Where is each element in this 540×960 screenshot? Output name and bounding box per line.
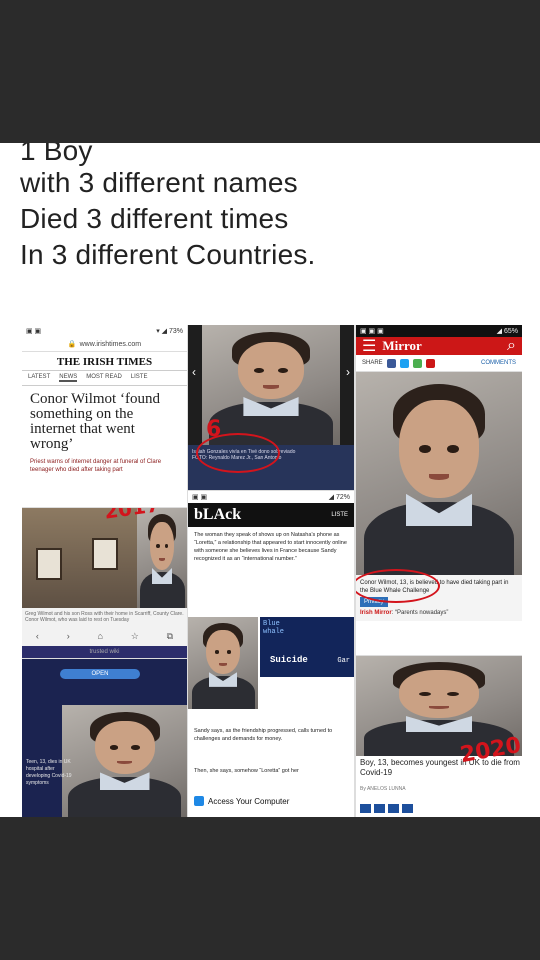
twitter-icon[interactable] bbox=[374, 804, 385, 813]
wiki-text: Teen, 13, dies in UK hospital after deve… bbox=[26, 759, 72, 786]
irish-times-masthead: THE IRISH TIMES bbox=[22, 352, 187, 371]
suicide-text: Suicide bbox=[270, 655, 308, 665]
chevron-right-icon[interactable]: › bbox=[346, 365, 350, 379]
menu-icon[interactable]: ☰ bbox=[362, 336, 376, 356]
whatsapp-icon[interactable] bbox=[412, 358, 422, 368]
email-icon[interactable] bbox=[425, 358, 435, 368]
boy-photo bbox=[62, 705, 187, 817]
meme-sheet: 1 Boy with 3 different names Died 3 diff… bbox=[0, 143, 540, 817]
tabs-icon[interactable]: ⧉ bbox=[167, 631, 173, 642]
share-label: SHARE bbox=[362, 360, 383, 366]
article-paragraph-1: The woman they speak of shows up on Nata… bbox=[194, 532, 347, 562]
mirror-header: ☰ Mirror ⌕ bbox=[356, 337, 522, 355]
facebook-icon[interactable] bbox=[360, 804, 371, 813]
trusted-wiki-panel: OPEN Teen, 13, dies in UK hospital after… bbox=[22, 659, 187, 817]
screenshot-collage: ▣ ▣ ▾ ◢ 73% 🔒 www.irishtimes.com THE IRIS… bbox=[22, 325, 522, 817]
mirror-panel: ▣ ▣ ▣ ◢ 65% ☰ Mirror ⌕ SHARE COMMENTS Con… bbox=[356, 325, 522, 655]
social-icons bbox=[360, 804, 413, 813]
star-icon[interactable]: ☆ bbox=[131, 631, 139, 642]
black-logo[interactable]: bLAck bbox=[194, 506, 241, 524]
access-computer-row[interactable]: Access Your Computer bbox=[194, 796, 289, 806]
irish-times-panel: ▣ ▣ ▾ ◢ 73% 🔒 www.irishtimes.com THE IRIS… bbox=[22, 325, 187, 507]
irish-times-nav: LATEST NEWS MOST READ LISTE bbox=[22, 371, 187, 386]
nav-liste[interactable]: LISTE bbox=[131, 374, 148, 382]
caption-line-4: In 3 different Countries. bbox=[20, 239, 316, 270]
facebook-icon[interactable] bbox=[386, 358, 396, 368]
article-paragraph-2: Sandy says, as the friendship progressed… bbox=[194, 728, 333, 742]
boy-photo bbox=[188, 617, 258, 709]
caption-line-3: Died 3 different times bbox=[20, 203, 289, 234]
caption-line-2: with 3 different names bbox=[20, 167, 298, 198]
game-text: Gar bbox=[337, 657, 350, 665]
top-black-bar bbox=[0, 0, 540, 143]
liste-button[interactable]: LISTE bbox=[331, 512, 348, 518]
red-circle-annotation bbox=[356, 569, 440, 603]
black-article-panel: ▣ ▣ ◢ 72% bLAck LISTE The woman they spea… bbox=[188, 491, 354, 817]
mirror-logo[interactable]: Mirror bbox=[382, 338, 421, 354]
caption-line-1: 1 Boy bbox=[20, 143, 93, 166]
quote-text: : “Parents nowadays” bbox=[391, 610, 449, 616]
home-icon[interactable]: ⌂ bbox=[97, 631, 102, 642]
nav-news[interactable]: NEWS bbox=[59, 374, 78, 382]
twitter-icon[interactable] bbox=[399, 358, 409, 368]
open-button[interactable]: OPEN bbox=[60, 669, 140, 679]
family-photo-caption: Greg Wilmot and his son Ross with their … bbox=[25, 611, 184, 623]
email-icon[interactable] bbox=[388, 804, 399, 813]
family-photo-panel: Greg Wilmot and his son Ross with their … bbox=[22, 508, 187, 658]
lock-icon: 🔒 bbox=[67, 341, 77, 348]
black-header: bLAck LISTE bbox=[188, 503, 354, 527]
irish-times-headline: Conor Wilmot ‘found something on the int… bbox=[30, 391, 160, 452]
red-handwritten-number: 6 bbox=[206, 417, 222, 442]
article-paragraph-3: Then, she says, somehow “Loretta” got he… bbox=[194, 768, 299, 774]
blue-text: Blue bbox=[263, 620, 280, 628]
status-bar: ▣ ▣ ▣ ◢ 65% bbox=[356, 325, 522, 337]
byline: By ANELOS LUNNA bbox=[360, 786, 406, 792]
status-bar: ▣ ▣ ▾ ◢ 73% bbox=[22, 325, 187, 337]
search-icon[interactable]: ⌕ bbox=[507, 337, 516, 355]
boy-photo bbox=[356, 372, 522, 575]
whale-text: whale bbox=[263, 628, 285, 636]
caption-text: 1 Boy with 3 different names Died 3 diff… bbox=[20, 143, 520, 273]
covid-news-panel: Boy, 13, becomes youngest in UK to die f… bbox=[356, 656, 522, 817]
forward-icon[interactable]: › bbox=[67, 631, 70, 642]
comments-link[interactable]: COMMENTS bbox=[481, 360, 516, 366]
nav-latest[interactable]: LATEST bbox=[28, 374, 50, 382]
computer-icon bbox=[194, 796, 204, 806]
irish-times-subline: Priest warns of internet danger at funer… bbox=[30, 459, 162, 473]
url-bar[interactable]: 🔒 www.irishtimes.com bbox=[22, 337, 187, 352]
quote-source: Irish Mirror bbox=[360, 610, 392, 616]
share-icon[interactable] bbox=[402, 804, 413, 813]
chevron-left-icon[interactable]: ‹ bbox=[192, 365, 196, 379]
family-photo bbox=[22, 508, 137, 608]
back-icon[interactable]: ‹ bbox=[36, 631, 39, 642]
access-label: Access Your Computer bbox=[208, 796, 290, 806]
boy-photo bbox=[137, 508, 187, 608]
status-bar: ▣ ▣ ◢ 72% bbox=[188, 491, 354, 503]
url-text: www.irishtimes.com bbox=[79, 340, 142, 348]
bottom-black-bar bbox=[0, 817, 540, 960]
share-row: SHARE COMMENTS bbox=[356, 355, 522, 372]
nav-most-read[interactable]: MOST READ bbox=[86, 374, 122, 382]
boy-photo bbox=[202, 325, 340, 445]
mirror-quote: Irish Mirror: “Parents nowadays” bbox=[360, 609, 518, 617]
trusted-wiki-bar: trusted wiki bbox=[22, 646, 187, 658]
browser-nav-icons: ‹ › ⌂ ☆ ⧉ bbox=[22, 631, 187, 642]
photo-panel-b: ‹ › Isaiah Gonzales vivía en Tivé dono s… bbox=[188, 325, 354, 490]
blue-whale-image: Blue whale Suicide Gar bbox=[260, 617, 354, 677]
